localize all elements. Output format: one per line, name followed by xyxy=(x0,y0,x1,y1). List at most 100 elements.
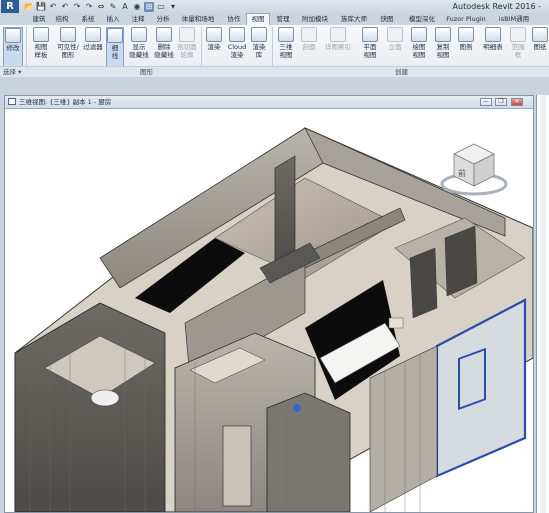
3d-view-window[interactable]: 三维视图: {三维} 副本 1 - 厨房 — ❐ ✕ 前 xyxy=(4,95,534,513)
3d-view-button[interactable]: 三维 视图 xyxy=(275,27,297,67)
view-template-icon xyxy=(33,27,49,42)
show-hidden-lines-icon xyxy=(131,27,147,42)
3d-model-canvas[interactable]: 前 xyxy=(5,108,533,512)
ribbon-panel-labels: 选择 ▾ 图形 创建 xyxy=(0,66,549,77)
tab-quick-drawing[interactable]: 快图 xyxy=(376,14,398,25)
cloud-render-icon xyxy=(229,27,245,42)
switch-windows-icon[interactable]: ⊞ xyxy=(144,1,154,12)
viewcube[interactable]: 前 xyxy=(438,140,510,200)
drafting-view-icon xyxy=(411,27,427,42)
customize-qat-icon[interactable]: ▾ xyxy=(168,2,178,12)
secondary-view-edge xyxy=(536,95,549,513)
section-button[interactable]: 剖面 xyxy=(299,27,319,67)
callout-button[interactable]: 详图索引 xyxy=(320,27,356,67)
tab-manage[interactable]: 管理 xyxy=(272,14,294,25)
viewcube-front-label[interactable]: 前 xyxy=(458,168,466,179)
kitchen-door xyxy=(222,425,252,507)
filters-icon xyxy=(85,27,101,42)
tab-architecture[interactable]: 建筑 xyxy=(28,14,50,25)
tab-family-library[interactable]: 族库大师 xyxy=(335,14,373,25)
close-button[interactable]: ✕ xyxy=(511,98,523,106)
render-teapot-icon xyxy=(206,27,222,42)
measure-icon[interactable]: ⇔ xyxy=(96,2,106,12)
schedule-icon xyxy=(485,27,501,42)
tab-addins[interactable]: 附加模块 xyxy=(298,14,332,25)
select-panel-label[interactable]: 选择 ▾ xyxy=(3,67,21,77)
visibility-graphics-icon xyxy=(60,27,76,42)
redo-dropdown-icon[interactable]: ↷ xyxy=(84,2,94,12)
restore-button[interactable]: ❐ xyxy=(495,98,507,106)
section-icon xyxy=(301,27,317,42)
legends-button[interactable]: 图例 xyxy=(456,27,476,67)
plan-views-button[interactable]: 平面 视图 xyxy=(359,27,381,67)
render-gallery-button[interactable]: 渲染 库 xyxy=(249,27,269,67)
side-table xyxy=(388,317,404,329)
sheet-button[interactable]: 图纸 xyxy=(531,27,549,67)
closet-walls xyxy=(266,392,351,512)
view-template-button[interactable]: 视图 样板 xyxy=(30,27,52,67)
minimize-button[interactable]: — xyxy=(480,98,492,106)
tab-fuzor-plugin[interactable]: Fuzor Plugin xyxy=(442,14,490,25)
text-icon[interactable]: A xyxy=(120,2,130,12)
scope-box-icon xyxy=(510,27,526,42)
curtains xyxy=(409,247,438,319)
scope-box-button[interactable]: 范围 框 xyxy=(508,27,528,67)
workspace-background xyxy=(0,77,549,93)
plan-view-icon xyxy=(362,27,378,42)
legend-icon xyxy=(458,27,474,42)
cloud-render-button[interactable]: Cloud 渲染 xyxy=(226,27,248,67)
sheet-icon xyxy=(532,27,548,42)
callout-icon xyxy=(330,27,346,42)
elevation-icon xyxy=(387,27,403,42)
thin-lines-icon xyxy=(107,28,123,43)
visibility-graphics-button[interactable]: 可见性/ 图形 xyxy=(55,27,81,67)
filters-button[interactable]: 过滤器 xyxy=(82,27,104,67)
vertical-scrollbar[interactable] xyxy=(540,95,546,513)
viewcube-icon xyxy=(440,143,508,196)
bathroom-walls xyxy=(14,302,166,512)
app-title: Autodesk Revit 2016 - xyxy=(452,2,541,11)
tab-insert[interactable]: 插入 xyxy=(102,14,124,25)
duplicate-view-button[interactable]: 复制 视图 xyxy=(432,27,454,67)
cut-profile-icon xyxy=(179,27,195,42)
render-button[interactable]: 渲染 xyxy=(204,27,224,67)
show-hidden-lines-button[interactable]: 显示 隐藏线 xyxy=(127,27,151,67)
fixture xyxy=(293,404,301,412)
tab-structure[interactable]: 结构 xyxy=(52,14,72,25)
render-gallery-icon xyxy=(251,27,267,42)
title-bar: R 📂 💾 ↶ ↶ ↷ ↷ ⇔ ✎ A ◉ ⊞ ▭ ▾ Autodesk Rev… xyxy=(0,0,549,14)
graphics-panel-label: 图形 xyxy=(140,68,153,76)
aligned-dimension-icon[interactable]: ✎ xyxy=(108,2,118,12)
duplicate-view-icon xyxy=(435,27,451,42)
modify-button[interactable]: 修改 xyxy=(3,27,23,67)
create-panel-label: 创建 xyxy=(395,68,408,76)
tab-systems[interactable]: 系统 xyxy=(77,14,99,25)
save-icon[interactable]: 💾 xyxy=(36,2,46,12)
3d-house-icon xyxy=(278,27,294,42)
modify-cursor-icon xyxy=(5,28,21,43)
open-icon[interactable]: 📂 xyxy=(24,2,34,12)
revit-app-button[interactable]: R xyxy=(1,0,19,13)
cut-profile-button[interactable]: 剖切面 轮廓 xyxy=(176,27,198,67)
tab-analyze[interactable]: 分析 xyxy=(152,14,174,25)
undo-icon[interactable]: ↶ xyxy=(48,2,58,12)
undo-dropdown-icon[interactable]: ↶ xyxy=(60,2,70,12)
tab-annotate[interactable]: 注释 xyxy=(127,14,149,25)
drafting-view-button[interactable]: 绘图 视图 xyxy=(408,27,430,67)
elevation-button[interactable]: 立面 xyxy=(384,27,406,67)
tab-collaborate[interactable]: 协作 xyxy=(223,14,245,25)
tab-isbim[interactable]: isBIM通用 xyxy=(494,14,534,25)
tab-massing-site[interactable]: 体量和场地 xyxy=(176,14,220,25)
remove-hidden-lines-button[interactable]: 删除 隐藏线 xyxy=(152,27,176,67)
close-hidden-windows-icon[interactable]: ▭ xyxy=(156,2,166,12)
default-3d-view-icon[interactable]: ◉ xyxy=(132,2,142,12)
view-title: 三维视图: {三维} 副本 1 - 厨房 xyxy=(19,98,112,106)
remove-hidden-lines-icon xyxy=(156,27,172,42)
tab-model-detailing[interactable]: 模型深化 xyxy=(405,14,439,25)
thin-lines-button[interactable]: 细 线 xyxy=(106,27,124,67)
redo-icon[interactable]: ↷ xyxy=(72,2,82,12)
quick-access-toolbar: 📂 💾 ↶ ↶ ↷ ↷ ⇔ ✎ A ◉ ⊞ ▭ ▾ xyxy=(24,1,178,12)
bathtub xyxy=(90,389,120,407)
schedules-button[interactable]: 明细表 xyxy=(480,27,506,67)
3d-view-icon xyxy=(8,98,16,105)
